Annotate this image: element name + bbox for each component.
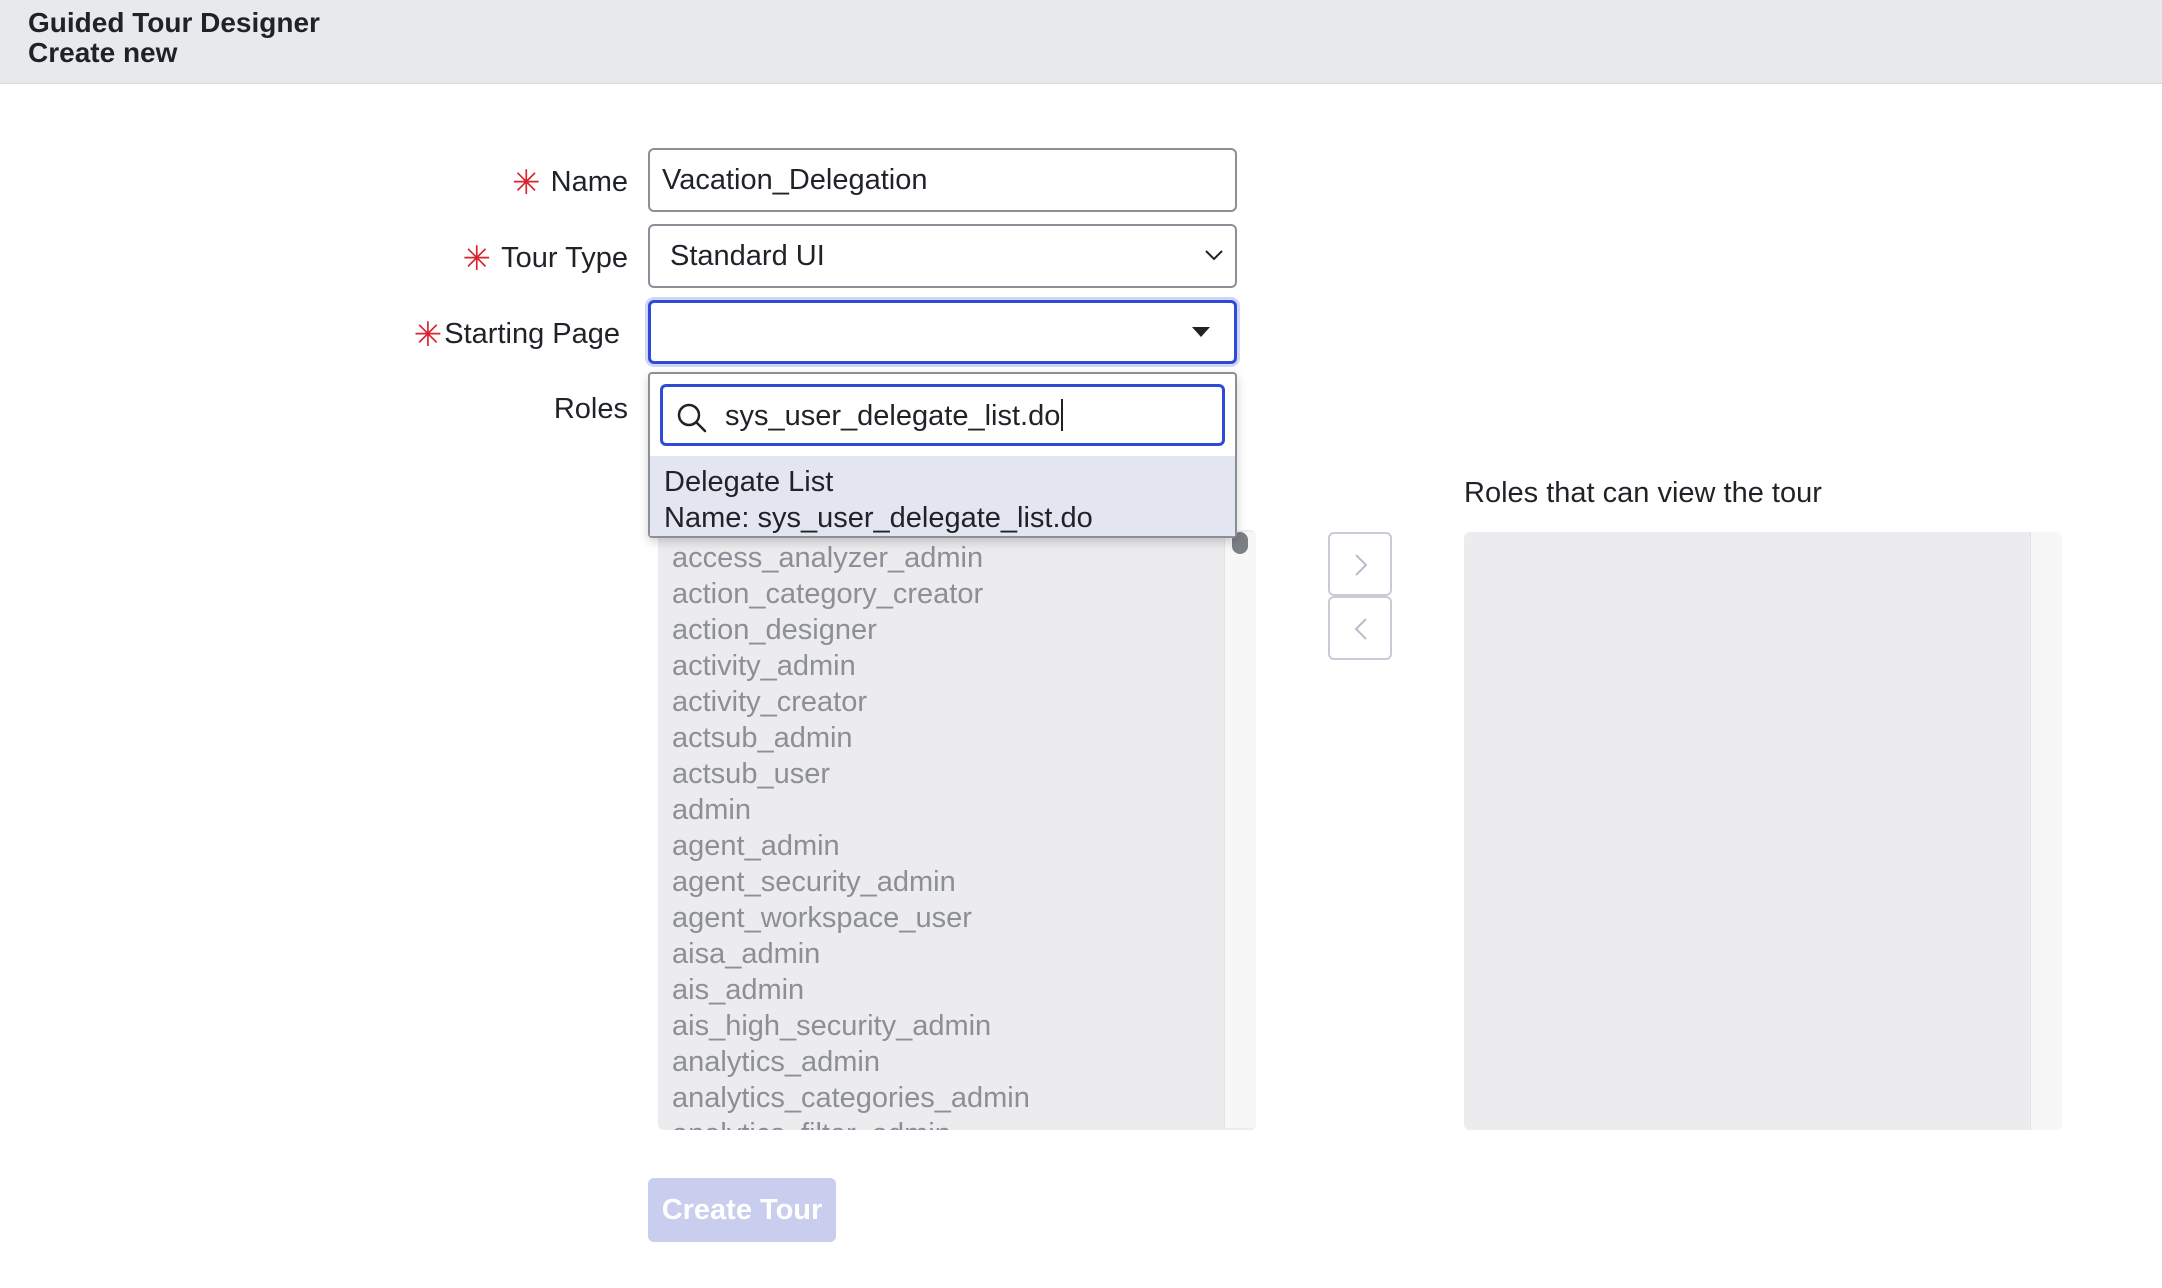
roles-label: Roles	[553, 393, 628, 425]
required-marker-icon: ✳	[462, 240, 492, 278]
role-list-item[interactable]: actsub_admin	[672, 720, 1030, 756]
option-subtitle: Name: sys_user_delegate_list.do	[664, 502, 1093, 534]
required-marker-icon: ✳	[512, 164, 541, 202]
role-list-item[interactable]: analytics_categories_admin	[672, 1080, 1030, 1116]
tour-type-value: Standard UI	[670, 239, 825, 272]
text-cursor	[1061, 399, 1064, 431]
chevron-right-icon	[1355, 554, 1368, 576]
remove-role-button[interactable]	[1328, 596, 1392, 660]
available-roles-scrollbar[interactable]	[1224, 532, 1256, 1128]
tour-type-label: ✳ Tour Type	[462, 240, 628, 278]
role-list-item[interactable]: activity_creator	[672, 684, 1030, 720]
starting-page-dropdown: sys_user_delegate_list.do Delegate List …	[648, 372, 1237, 538]
role-list-item[interactable]: analytics_admin	[672, 1044, 1030, 1080]
role-list-item[interactable]: actsub_user	[672, 756, 1030, 792]
search-icon	[677, 403, 707, 433]
page-subtitle: Create new	[28, 37, 178, 68]
role-list-item[interactable]: agent_workspace_user	[672, 900, 1030, 936]
search-value-wrapper: sys_user_delegate_list.do	[725, 399, 1064, 433]
role-list-item[interactable]: aisa_admin	[672, 936, 1030, 972]
add-role-button[interactable]	[1328, 532, 1392, 596]
role-list-item[interactable]: action_category_creator	[672, 576, 1030, 612]
required-marker-icon: ✳	[413, 316, 443, 354]
role-list-item[interactable]: activity_admin	[672, 648, 1030, 684]
page-title: Guided Tour Designer	[28, 7, 320, 38]
search-value: sys_user_delegate_list.do	[725, 400, 1061, 432]
create-tour-button[interactable]: Create Tour	[648, 1178, 836, 1242]
name-input-value: Vacation_Delegation	[662, 163, 928, 196]
chevron-down-icon	[1205, 250, 1223, 261]
role-list-item[interactable]: analytics_filter_admin	[672, 1116, 1030, 1130]
role-list-item[interactable]: agent_admin	[672, 828, 1030, 864]
starting-page-select[interactable]	[648, 300, 1237, 364]
name-label: ✳ Name	[512, 164, 628, 202]
role-list-item[interactable]: admin	[672, 792, 1030, 828]
selected-roles-list[interactable]	[1464, 532, 2062, 1130]
option-title: Delegate List	[664, 466, 834, 498]
dropdown-option-delegate-list[interactable]: Delegate List Name: sys_user_delegate_li…	[650, 456, 1235, 536]
available-roles-list[interactable]: access_analyzer_admin action_category_cre…	[658, 530, 1256, 1130]
page-header: Guided Tour Designer Create new	[0, 0, 2162, 84]
caret-down-icon	[1192, 327, 1210, 337]
starting-page-label: ✳Starting Page	[413, 316, 620, 354]
role-list-item[interactable]: action_designer	[672, 612, 1030, 648]
name-input[interactable]: Vacation_Delegation	[648, 148, 1237, 212]
role-list-item[interactable]: access_analyzer_admin	[672, 540, 1030, 576]
selected-roles-label: Roles that can view the tour	[1464, 477, 1822, 509]
tour-type-select[interactable]: Standard UI	[648, 224, 1237, 288]
role-list-item[interactable]: ais_high_security_admin	[672, 1008, 1030, 1044]
starting-page-search-input[interactable]: sys_user_delegate_list.do	[660, 384, 1225, 446]
chevron-left-icon	[1354, 618, 1367, 640]
selected-roles-scrollbar[interactable]	[2030, 532, 2062, 1130]
role-list-item[interactable]: ais_admin	[672, 972, 1030, 1008]
role-list-item[interactable]: agent_security_admin	[672, 864, 1030, 900]
